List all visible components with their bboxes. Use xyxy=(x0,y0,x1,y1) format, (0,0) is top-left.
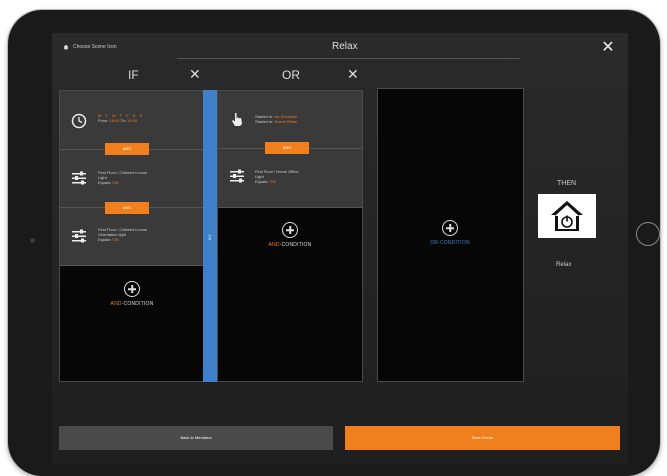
equals-value: ON xyxy=(112,180,119,185)
house-icon xyxy=(63,44,69,50)
add-and-condition-button[interactable]: AND-CONDITION xyxy=(72,281,192,307)
and-badge: AND xyxy=(265,142,309,154)
home-button[interactable] xyxy=(636,222,660,246)
add-and-condition-button[interactable]: AND-CONDITION xyxy=(230,222,350,248)
hand-pointer-icon xyxy=(232,113,242,126)
started-label: Started in: xyxy=(255,119,274,124)
plus-circle-icon xyxy=(442,220,458,236)
save-scene-button[interactable]: Save Scene xyxy=(345,426,620,450)
add-and-condition-label: AND-CONDITION xyxy=(230,242,350,248)
condition-scene-started[interactable]: Started in: via Schedule Started in: Sce… xyxy=(218,91,362,149)
condition-time[interactable]: M T W T F S S From: 18:00 To: 19:00 xyxy=(60,91,203,150)
choose-scene-icon-link[interactable]: Choose Scene Icon xyxy=(63,44,117,50)
back-to-members-button[interactable]: Back to Members xyxy=(59,426,333,450)
add-keyword: OR xyxy=(430,240,439,246)
equals-label: Equals: xyxy=(98,237,112,242)
or-divider-label: OR xyxy=(207,234,213,241)
sliders-icon xyxy=(72,229,86,243)
add-suffix: -CONDITION xyxy=(121,301,154,307)
remove-or-close-icon[interactable]: ✕ xyxy=(347,66,359,83)
close-icon[interactable]: ✕ xyxy=(600,40,616,56)
to-value: 19:00 xyxy=(127,118,138,123)
started-value: Scene Relax xyxy=(274,119,298,124)
plus-circle-icon xyxy=(124,281,140,297)
house-power-icon xyxy=(551,201,583,231)
add-or-condition-label: OR-CONDITION xyxy=(390,240,510,246)
and-badge: AND xyxy=(105,202,149,214)
sliders-icon xyxy=(230,169,244,183)
to-label: To: xyxy=(120,118,126,123)
then-label: THEN xyxy=(557,180,577,187)
new-or-panel: OR-CONDITION xyxy=(377,88,524,382)
then-scene-name: Relax xyxy=(556,262,572,268)
front-camera xyxy=(30,238,35,243)
then-scene-tile[interactable] xyxy=(538,194,596,238)
or-divider: OR xyxy=(203,90,217,382)
and-badge: AND xyxy=(105,143,149,155)
condition-childrens-room-light[interactable]: First Floor / Children's room Light Equa… xyxy=(60,150,203,208)
if-panel: M T W T F S S From: 18:00 To: 19:00 AND … xyxy=(59,90,204,382)
top-bar: Choose Scene Icon Relax ✕ xyxy=(52,33,628,61)
condition-orientation-light[interactable]: First Floor / Children's room Orientatio… xyxy=(60,208,203,266)
or-condition-panel: Started in: via Schedule Started in: Sce… xyxy=(217,90,363,382)
remove-if-close-icon[interactable]: ✕ xyxy=(189,66,201,83)
clock-icon xyxy=(71,113,87,129)
sliders-icon xyxy=(72,171,86,185)
add-or-condition-button[interactable]: OR-CONDITION xyxy=(390,220,510,246)
add-suffix: -CONDITION xyxy=(279,242,312,248)
add-keyword: AND xyxy=(110,301,122,307)
if-column-title: IF xyxy=(128,68,139,82)
add-and-condition-label: AND-CONDITION xyxy=(72,301,192,307)
scene-editor-screen: Choose Scene Icon Relax ✕ IF ✕ OR ✕ M T … xyxy=(52,33,628,464)
add-suffix: -CONDITION xyxy=(438,240,470,246)
equals-label: Equals: xyxy=(98,180,112,185)
choose-scene-icon-label: Choose Scene Icon xyxy=(73,44,117,50)
equals-value: ON xyxy=(269,179,276,184)
plus-circle-icon xyxy=(282,222,298,238)
or-column-title: OR xyxy=(282,68,300,82)
equals-label: Equals: xyxy=(255,179,269,184)
add-keyword: AND xyxy=(268,242,280,248)
condition-home-office-light[interactable]: First Floor / Home Office Light Equals: … xyxy=(218,149,362,208)
equals-value: ON xyxy=(112,237,119,242)
scene-title[interactable]: Relax xyxy=(332,41,358,52)
from-label: From: xyxy=(98,118,109,123)
from-value: 18:00 xyxy=(109,118,120,123)
title-underline xyxy=(177,58,520,59)
